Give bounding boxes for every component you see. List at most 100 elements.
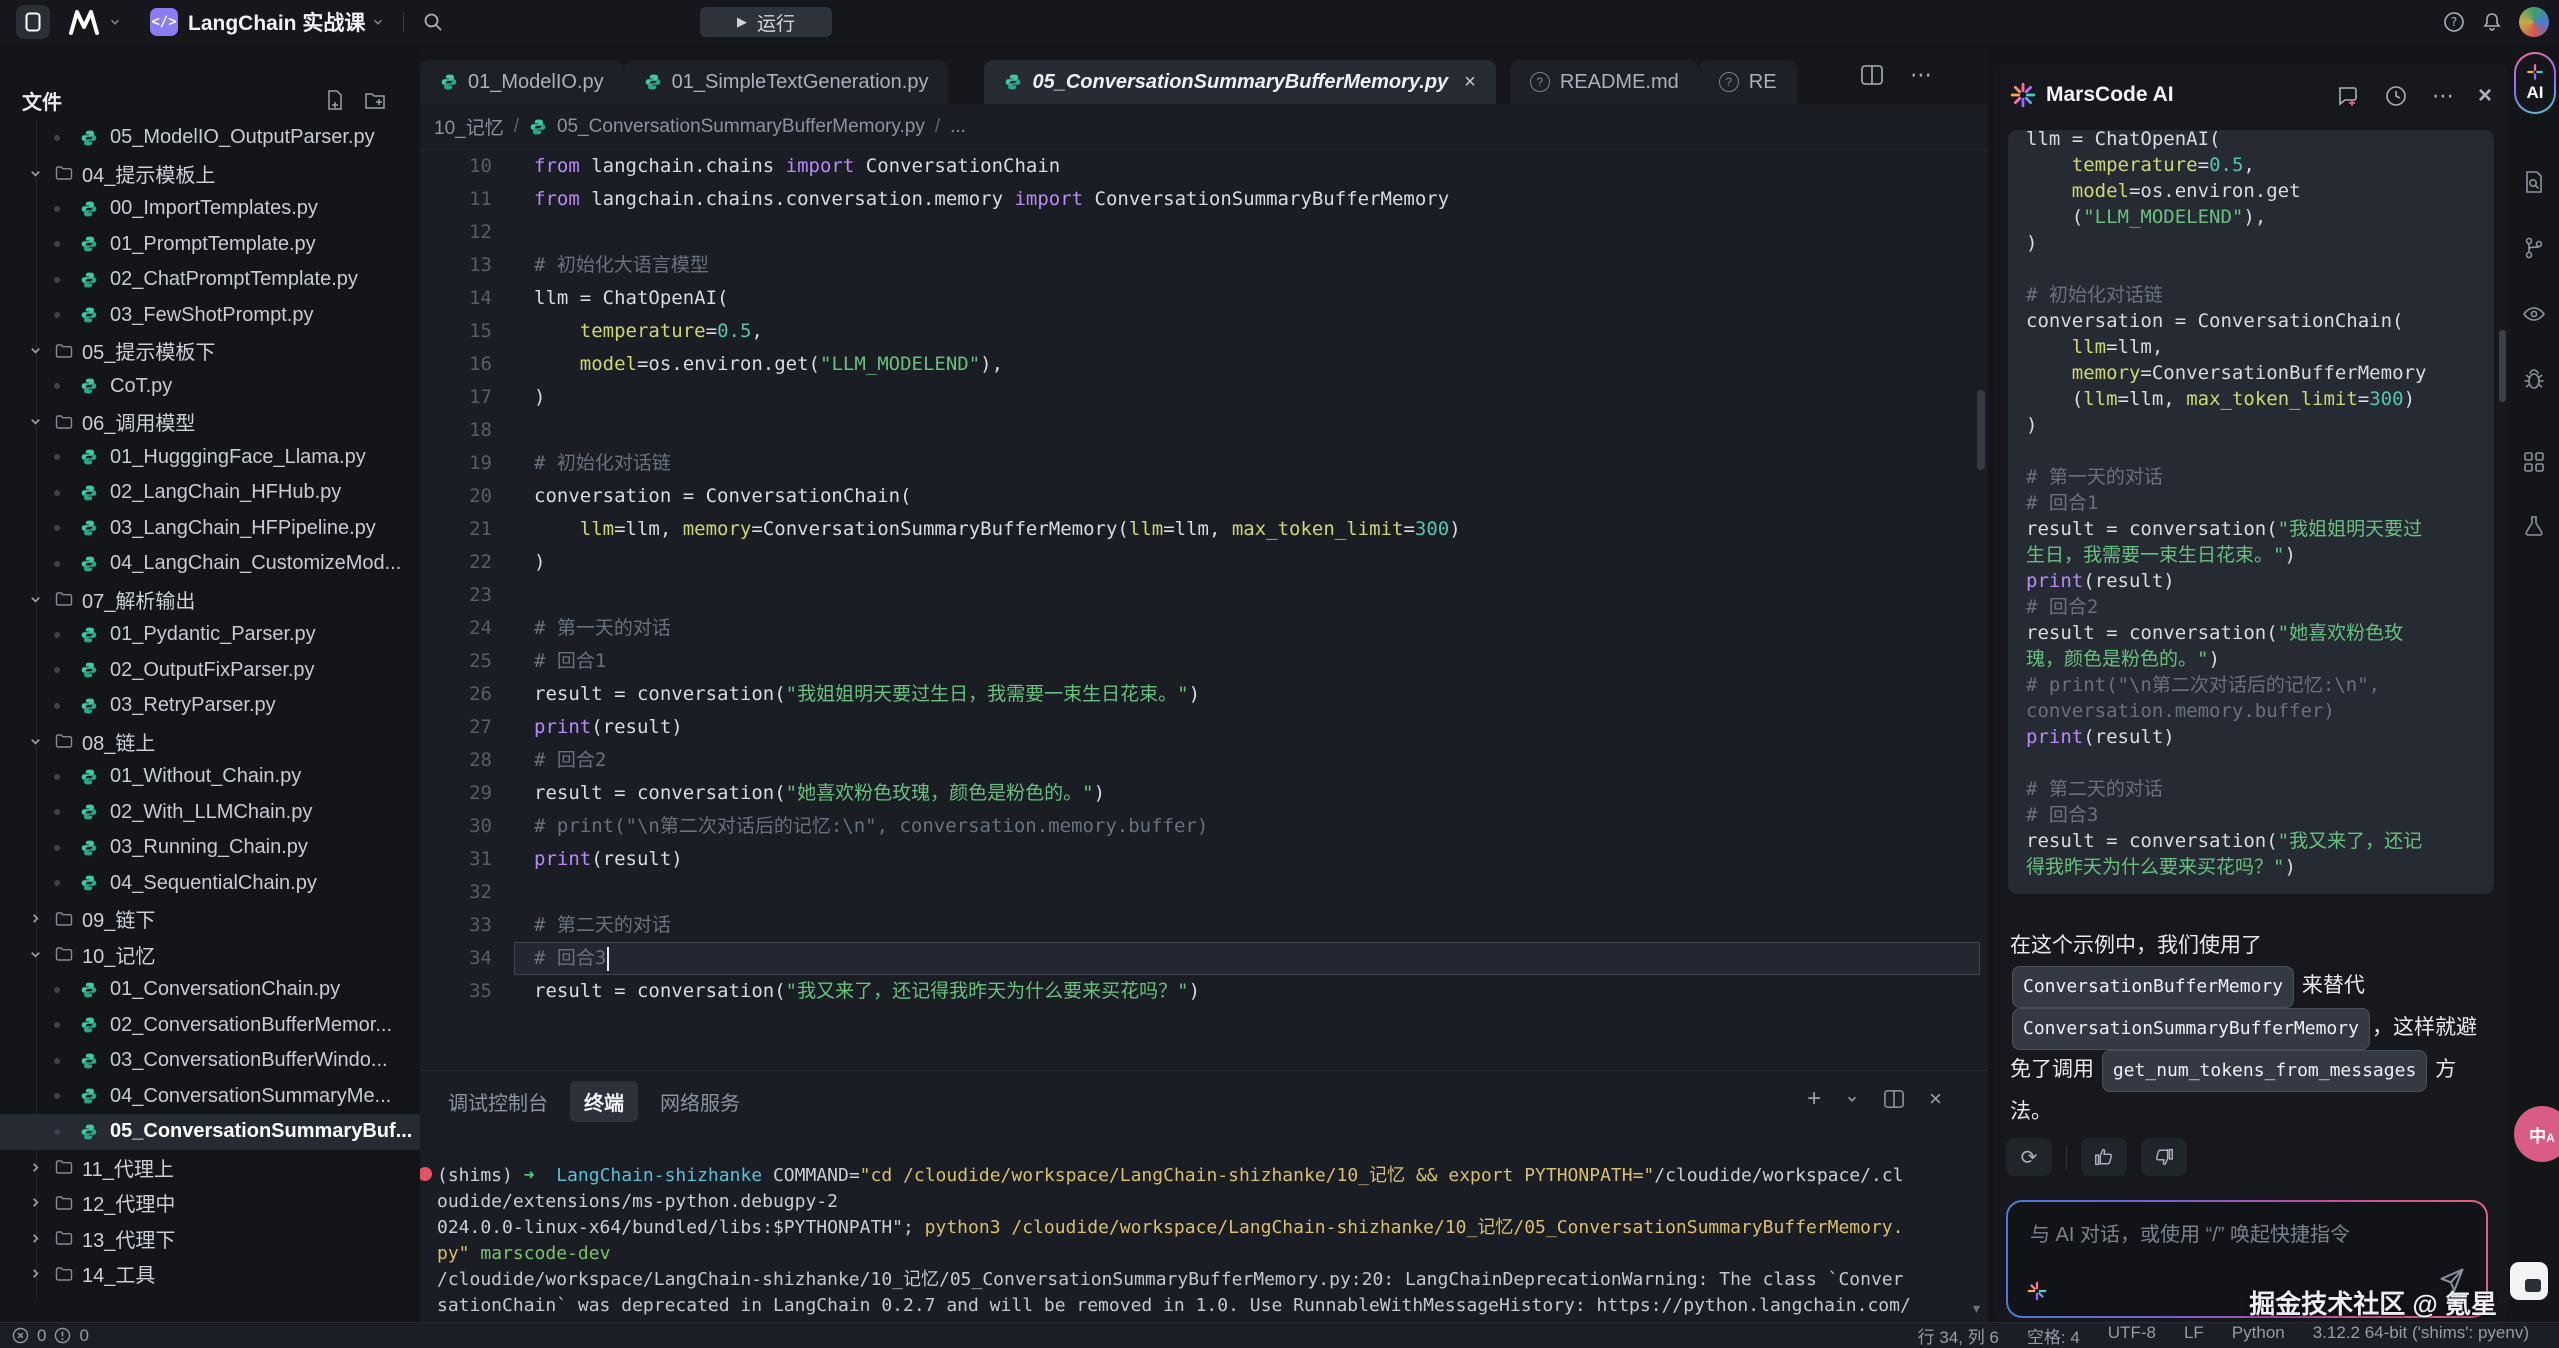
tree-item[interactable]: 05_ConversationSummaryBuf... [0, 1114, 420, 1150]
tree-folder[interactable]: 07_解析输出 [0, 582, 420, 618]
bell-icon[interactable] [2481, 11, 2503, 33]
close-panel-icon[interactable]: × [1929, 1086, 1942, 1112]
text-cursor [607, 947, 609, 971]
thumbs-up-button[interactable] [2081, 1138, 2127, 1176]
status-items[interactable]: 行 34, 列 6 空格: 4 UTF-8 LF Python 3.12.2 64-bit… [1918, 1323, 2529, 1348]
tree-folder[interactable]: 06_调用模型 [0, 404, 420, 440]
tree-item[interactable]: 02_OutputFixParser.py [0, 653, 420, 689]
editor-tab[interactable]: 01_SimpleTextGeneration.py [624, 60, 949, 104]
chevron-down-icon[interactable] [371, 15, 385, 29]
tree-item[interactable]: 02_LangChain_HFHub.py [0, 475, 420, 511]
status-item[interactable]: 3.12.2 64-bit ('shims': pyenv) [2313, 1323, 2529, 1348]
line-number: 30 [420, 810, 514, 843]
tree-folder[interactable]: 13_代理下 [0, 1221, 420, 1257]
avatar[interactable] [2519, 7, 2549, 37]
preview-eye-icon[interactable] [2522, 302, 2546, 326]
editor-scrollbar[interactable] [1977, 390, 1985, 470]
status-item[interactable]: LF [2184, 1323, 2204, 1348]
terminal-output[interactable]: (shims) ➜ LangChain-shizhanke COMMAND="c… [437, 1163, 1968, 1322]
close-tab-icon[interactable]: × [1464, 71, 1476, 94]
regenerate-button[interactable]: ⟳ [2006, 1138, 2052, 1176]
tree-item[interactable]: 03_RetryParser.py [0, 688, 420, 724]
tree-item[interactable]: 01_ConversationChain.py [0, 972, 420, 1008]
new-file-icon[interactable] [324, 89, 346, 111]
ai-scrollbar[interactable] [2499, 330, 2506, 402]
terminal-tab[interactable]: 终端 [570, 1081, 638, 1122]
terminal-scroll-arrow[interactable]: ▾ [1973, 1300, 1980, 1317]
tree-folder[interactable]: 08_链上 [0, 724, 420, 760]
editor-tab[interactable]: 05_ConversationSummaryBufferMemory.py× [984, 60, 1495, 104]
tree-item[interactable]: 05_ModelIO_OutputParser.py [0, 120, 420, 156]
editor-tab[interactable]: ?RE [1699, 60, 1797, 104]
code-line: 26result = conversation("我姐姐明天要过生日，我需要一束… [420, 678, 1988, 711]
tree-item[interactable]: 03_Running_Chain.py [0, 830, 420, 866]
tree-item[interactable]: 03_LangChain_HFPipeline.py [0, 511, 420, 547]
close-icon[interactable]: × [2478, 82, 2492, 110]
history-icon[interactable] [2384, 84, 2408, 108]
terminal-tab[interactable]: 网络服务 [646, 1081, 754, 1122]
chevron-right-icon [28, 911, 43, 926]
test-flask-icon[interactable] [2522, 514, 2546, 538]
status-item[interactable]: Python [2232, 1323, 2285, 1348]
tree-item[interactable]: 00_ImportTemplates.py [0, 191, 420, 227]
more-actions-icon[interactable]: ⋯ [1910, 62, 1932, 88]
tree-folder[interactable]: 09_链下 [0, 901, 420, 937]
split-editor-icon[interactable] [1860, 64, 1884, 86]
git-branch-icon[interactable] [2522, 236, 2546, 260]
tree-item[interactable]: 04_LangChain_CustomizeMod... [0, 546, 420, 582]
help-icon[interactable]: ? [2443, 11, 2465, 33]
marscode-logo-icon[interactable] [68, 9, 102, 35]
tree-item[interactable]: 02_With_LLMChain.py [0, 795, 420, 831]
tree-folder[interactable]: 05_提示模板下 [0, 333, 420, 369]
code-editor[interactable]: 10from langchain.chains import Conversat… [420, 150, 1988, 1008]
breadcrumb[interactable]: 10_记忆/05_ConversationSummaryBufferMemory… [420, 104, 1988, 150]
new-chat-icon[interactable] [2336, 84, 2360, 108]
tree-item[interactable]: 01_Pydantic_Parser.py [0, 617, 420, 653]
tree-item[interactable]: 01_HugggingFace_Llama.py [0, 440, 420, 476]
search-icon[interactable] [422, 11, 444, 33]
ai-activity-button[interactable]: AI [2514, 52, 2556, 114]
tree-item[interactable]: 04_SequentialChain.py [0, 866, 420, 902]
tree-item[interactable]: 01_PromptTemplate.py [0, 227, 420, 263]
tree-item[interactable]: 02_ChatPromptTemplate.py [0, 262, 420, 298]
problems-summary[interactable]: 0 0 [12, 1326, 89, 1346]
status-item[interactable]: 行 34, 列 6 [1918, 1323, 1999, 1348]
more-actions-icon[interactable]: ⋯ [2432, 83, 2454, 109]
line-number: 24 [420, 612, 514, 645]
code-line: 16 model=os.environ.get("LLM_MODELEND"), [420, 348, 1988, 381]
split-terminal-icon[interactable] [1883, 1089, 1905, 1109]
chevron-down-icon[interactable] [1845, 1092, 1859, 1106]
debug-bug-icon[interactable] [2522, 368, 2546, 392]
thumbs-down-button[interactable] [2141, 1138, 2187, 1176]
tree-item[interactable]: 01_Without_Chain.py [0, 759, 420, 795]
tree-folder[interactable]: 10_记忆 [0, 937, 420, 973]
editor-tab[interactable]: 01_ModelIO.py [420, 60, 624, 104]
ai-activity-label: AI [2527, 83, 2544, 103]
terminal-line: (shims) ➜ LangChain-shizhanke COMMAND="c… [437, 1163, 1968, 1189]
file-tree[interactable]: 05_ModelIO_OutputParser.py04_提示模板上00_Imp… [0, 120, 420, 1292]
terminal-tab[interactable]: 调试控制台 [434, 1081, 562, 1122]
project-title[interactable]: LangChain 实战课 [188, 7, 365, 37]
status-item[interactable]: UTF-8 [2108, 1323, 2156, 1348]
status-item[interactable]: 空格: 4 [2027, 1323, 2080, 1348]
extensions-grid-icon[interactable] [2522, 450, 2546, 474]
editor-tab[interactable]: ?README.md [1510, 60, 1699, 104]
tree-item[interactable]: 03_ConversationBufferWindo... [0, 1043, 420, 1079]
chevron-down-icon[interactable] [108, 15, 122, 29]
tree-item[interactable]: CoT.py [0, 369, 420, 405]
tree-folder[interactable]: 11_代理上 [0, 1150, 420, 1186]
tree-item[interactable]: 04_ConversationSummaryMe... [0, 1079, 420, 1115]
file-search-icon[interactable] [2522, 170, 2546, 194]
tree-folder[interactable]: 14_工具 [0, 1256, 420, 1292]
tree-folder[interactable]: 12_代理中 [0, 1185, 420, 1221]
tree-item[interactable]: 03_FewShotPrompt.py [0, 298, 420, 334]
run-button[interactable]: ▶ 运行 [700, 7, 832, 37]
panel-toggle-fab[interactable] [2510, 1262, 2548, 1300]
tree-folder[interactable]: 04_提示模板上 [0, 156, 420, 192]
tree-item[interactable]: 02_ConversationBufferMemor... [0, 1008, 420, 1044]
app-menu-button[interactable] [16, 5, 50, 39]
tree-item-label: 02_With_LLMChain.py [110, 801, 312, 824]
tree-item-label: 11_代理上 [82, 1153, 174, 1182]
new-folder-icon[interactable] [364, 89, 386, 111]
new-terminal-icon[interactable]: + [1807, 1085, 1821, 1113]
